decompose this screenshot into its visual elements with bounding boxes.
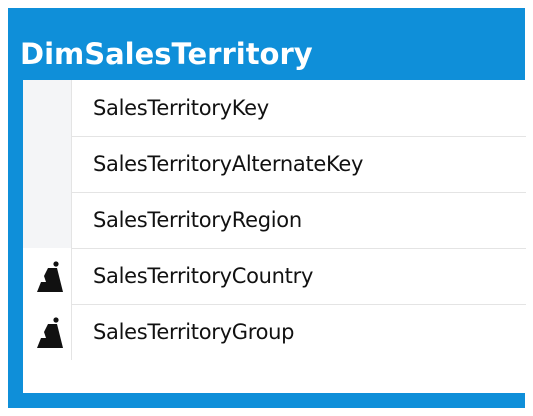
column-icon-cell	[23, 192, 72, 248]
column-label: SalesTerritoryCountry	[93, 264, 314, 288]
column-row[interactable]: SalesTerritoryKey	[23, 80, 526, 137]
hierarchy-icon	[37, 317, 63, 348]
column-label: SalesTerritoryKey	[93, 96, 269, 120]
table-title[interactable]: DimSalesTerritory	[20, 34, 313, 74]
column-row[interactable]: SalesTerritoryGroup	[23, 304, 526, 361]
columns-list: SalesTerritoryKey SalesTerritoryAlternat…	[23, 80, 526, 393]
column-icon-cell	[23, 136, 72, 192]
column-row[interactable]: SalesTerritoryCountry	[23, 248, 526, 305]
column-label: SalesTerritoryGroup	[93, 320, 295, 344]
column-icon-cell	[23, 80, 72, 136]
column-label: SalesTerritoryRegion	[93, 208, 302, 232]
column-row[interactable]: SalesTerritoryAlternateKey	[23, 136, 526, 193]
column-row[interactable]: SalesTerritoryRegion	[23, 192, 526, 249]
empty-row	[23, 360, 526, 393]
column-icon-cell	[23, 248, 72, 304]
hierarchy-icon	[37, 261, 63, 292]
column-icon-cell	[23, 304, 72, 360]
column-label: SalesTerritoryAlternateKey	[93, 152, 364, 176]
